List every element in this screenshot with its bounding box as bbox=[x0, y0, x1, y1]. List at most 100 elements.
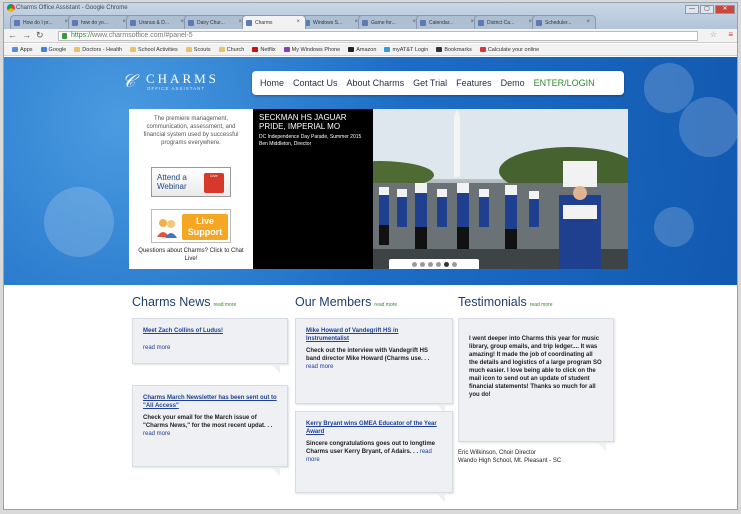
minimize-button[interactable]: — bbox=[685, 5, 699, 14]
google-icon bbox=[40, 47, 47, 52]
bookmark-amazon[interactable]: Amazon bbox=[348, 47, 376, 53]
members-read-more-link[interactable]: read more bbox=[374, 302, 397, 308]
live-support-button[interactable]: Live Support bbox=[151, 209, 231, 243]
bookmark-netflix[interactable]: Netflix bbox=[252, 47, 276, 53]
tab-how-do-i[interactable]: How do I pr... × bbox=[10, 15, 74, 29]
nav-demo[interactable]: Demo bbox=[501, 78, 525, 88]
testimonial-author: Eric Wilkinson, Choir Director Wando High… bbox=[458, 450, 562, 464]
nav-about-charms[interactable]: About Charms bbox=[347, 78, 405, 88]
window-controls: — ▢ ✕ bbox=[685, 5, 735, 14]
amazon-icon bbox=[348, 47, 355, 52]
slide-dot[interactable] bbox=[411, 261, 417, 267]
url-scheme: https:// bbox=[71, 32, 93, 39]
news-article-link[interactable]: Meet Zach Collins of Ludus! bbox=[143, 327, 277, 335]
nav-get-trial[interactable]: Get Trial bbox=[413, 78, 447, 88]
nav-contact-us[interactable]: Contact Us bbox=[293, 78, 338, 88]
slide-title: SECKMAN HS JAGUAR PRIDE, IMPERIAL MO bbox=[259, 113, 347, 131]
favicon-icon bbox=[536, 20, 542, 26]
nav-enter-login[interactable]: ENTER/LOGIN bbox=[534, 78, 595, 88]
tab-label: Scheduler... bbox=[545, 20, 572, 26]
charms-logo[interactable]: 𝒞 CHARMS OFFICE ASSISTANT bbox=[122, 69, 242, 95]
favicon-icon bbox=[188, 20, 194, 26]
our-members-heading: Our Members read more bbox=[295, 295, 398, 309]
tab-district[interactable]: District Ca... × bbox=[474, 15, 538, 29]
bookmark-att[interactable]: myAT&T Login bbox=[384, 47, 428, 53]
browser-window: Charms Office Assistant - Google Chrome … bbox=[3, 2, 738, 510]
slide-dot[interactable] bbox=[451, 261, 457, 267]
favicon-icon bbox=[420, 20, 426, 26]
close-icon[interactable]: × bbox=[296, 19, 300, 25]
bookmark-scouts[interactable]: Scouts bbox=[185, 47, 211, 53]
member-article-link[interactable]: Mike Howard of Vandegrift HS in Instrume… bbox=[306, 327, 442, 343]
bookmark-school[interactable]: School Activities bbox=[130, 47, 178, 53]
bookmark-apps[interactable]: Apps bbox=[12, 47, 33, 53]
tab-dairy[interactable]: Dairy Chur... × bbox=[184, 15, 248, 29]
forward-arrow-icon[interactable]: → bbox=[22, 30, 31, 41]
news-article-summary: Check your email for the March issue of … bbox=[143, 415, 273, 437]
slide-dot[interactable] bbox=[419, 261, 425, 267]
bookmark-windows-phone[interactable]: My Windows Phone bbox=[283, 47, 340, 53]
reload-icon[interactable]: ↻ bbox=[36, 30, 44, 41]
title-bar: Charms Office Assistant - Google Chrome … bbox=[4, 3, 737, 29]
tab-charms[interactable]: Charms × bbox=[242, 15, 306, 29]
tab-strip: How do I pr... × how do yo... × Uranus & D… bbox=[10, 15, 596, 29]
favicon-icon bbox=[72, 20, 78, 26]
favicon-icon bbox=[362, 20, 368, 26]
slide-dot[interactable] bbox=[435, 261, 441, 267]
tab-label: how do yo... bbox=[81, 20, 108, 26]
windows-icon bbox=[283, 47, 290, 52]
tab-uranus[interactable]: Uranus & D... × bbox=[126, 15, 190, 29]
bookmark-doctors[interactable]: Doctors - Health bbox=[74, 47, 122, 53]
chat-live-link[interactable]: Questions about Charms? Click to Chat Li… bbox=[133, 247, 249, 263]
close-icon[interactable]: × bbox=[586, 19, 590, 25]
bookmark-calculate[interactable]: Calculate your online bbox=[479, 47, 539, 53]
star-icon bbox=[436, 47, 443, 52]
back-arrow-icon[interactable]: ← bbox=[8, 30, 17, 41]
close-window-button[interactable]: ✕ bbox=[715, 5, 735, 14]
tab-calendar[interactable]: Calendar... × bbox=[416, 15, 480, 29]
tab-windows[interactable]: Windows S... × bbox=[300, 15, 364, 29]
news-read-more-link[interactable]: read more bbox=[214, 302, 237, 308]
news-article-link[interactable]: Charms March Newsletter has been sent ou… bbox=[143, 394, 277, 410]
main-nav: Home Contact Us About Charms Get Trial F… bbox=[252, 71, 624, 95]
slide-caption: SECKMAN HS JAGUAR PRIDE, IMPERIAL MO DC … bbox=[253, 109, 373, 269]
slide-dot[interactable] bbox=[427, 261, 433, 267]
window-title: Charms Office Assistant - Google Chrome bbox=[16, 5, 128, 11]
read-more-link[interactable]: read more bbox=[143, 345, 277, 351]
tab-how-do-you[interactable]: how do yo... × bbox=[68, 15, 132, 29]
attend-webinar-button[interactable]: Attend a Webinar Live bbox=[151, 167, 231, 197]
support-people-icon bbox=[157, 219, 177, 238]
member-article-summary: Sincere congratulations goes out to long… bbox=[306, 441, 436, 463]
bookmark-bookmarks[interactable]: Bookmarks bbox=[436, 47, 472, 53]
menu-icon[interactable]: ≡ bbox=[728, 30, 733, 39]
testimonials-read-more-link[interactable]: read more bbox=[530, 302, 553, 308]
nav-home[interactable]: Home bbox=[260, 78, 284, 88]
charms-news-heading: Charms News read more bbox=[132, 295, 237, 309]
favicon-icon bbox=[130, 20, 136, 26]
card-tail bbox=[272, 468, 280, 476]
member-card: Kerry Bryant wins GMEA Educator of the Y… bbox=[295, 411, 453, 493]
content-columns: Charms News read more Meet Zach Collins o… bbox=[4, 285, 737, 509]
bookmark-google[interactable]: Google bbox=[40, 47, 66, 53]
read-more-link[interactable]: read more bbox=[306, 364, 333, 370]
testimonial-quote: I went deeper into Charms this year for … bbox=[469, 336, 602, 398]
slide-dot[interactable] bbox=[443, 261, 449, 267]
url-path: www.charmsoffice.com/#panel-5 bbox=[92, 32, 193, 39]
bookmark-star-icon[interactable]: ☆ bbox=[710, 30, 717, 39]
member-article-link[interactable]: Kerry Bryant wins GMEA Educator of the Y… bbox=[306, 420, 442, 436]
tab-game[interactable]: Game for... × bbox=[358, 15, 422, 29]
browser-toolbar: ← → ↻ https://www.charmsoffice.com/#pane… bbox=[4, 29, 737, 43]
featured-slide: SECKMAN HS JAGUAR PRIDE, IMPERIAL MO DC … bbox=[253, 109, 628, 269]
testimonial-card: I went deeper into Charms this year for … bbox=[458, 318, 614, 442]
tab-label: Charms bbox=[255, 20, 273, 26]
nav-features[interactable]: Features bbox=[456, 78, 492, 88]
info-panel: The premiere management, communication, … bbox=[129, 109, 253, 269]
bookmark-church[interactable]: Church bbox=[218, 47, 244, 53]
charms-logo-icon: 𝒞 bbox=[122, 71, 136, 91]
address-bar[interactable]: https://www.charmsoffice.com/#panel-5 bbox=[58, 31, 698, 41]
bookmarks-bar: Apps Google Doctors - Health School Acti… bbox=[4, 44, 737, 56]
card-tail bbox=[437, 494, 445, 502]
tab-scheduler[interactable]: Scheduler... × bbox=[532, 15, 596, 29]
read-more-link[interactable]: read more bbox=[143, 431, 170, 437]
maximize-button[interactable]: ▢ bbox=[700, 5, 714, 14]
